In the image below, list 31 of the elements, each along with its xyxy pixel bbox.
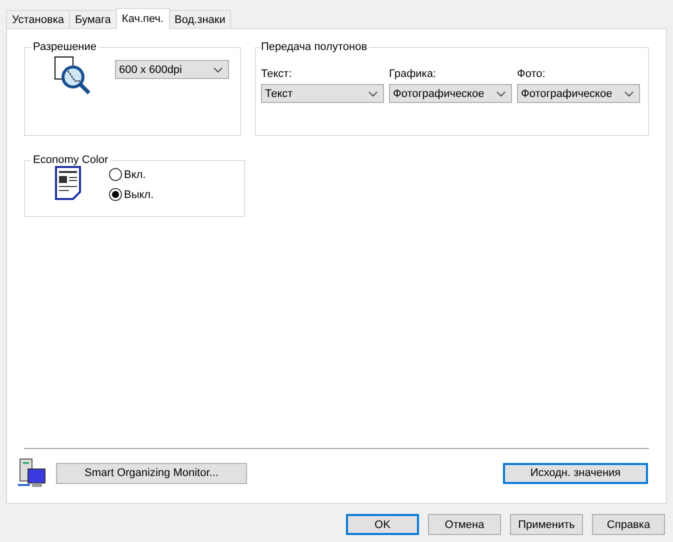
document-icon: [55, 166, 81, 200]
tab[interactable]: Вод.знаки: [168, 10, 232, 28]
radio-button[interactable]: [109, 188, 122, 201]
tab[interactable]: Установка: [6, 10, 70, 28]
radio-button[interactable]: [109, 168, 122, 181]
tab[interactable]: Бумага: [69, 10, 117, 28]
dialog-button[interactable]: Отмена: [428, 514, 501, 535]
dialog-button[interactable]: Справка: [592, 514, 665, 535]
defaults-button[interactable]: Исходн. значения: [503, 462, 648, 484]
dialog-button[interactable]: OK: [346, 514, 419, 535]
halftone-dropdown[interactable]: Фотографическое: [517, 84, 640, 103]
tab[interactable]: Кач.печ.: [116, 8, 170, 29]
chevron-icon: [368, 90, 378, 96]
chevron-icon: [624, 90, 634, 96]
magnifier-page-icon: [53, 55, 93, 95]
radio-option[interactable]: Вкл.: [109, 168, 154, 181]
field-label: Текст:: [261, 68, 293, 80]
group-title: Economy Color: [32, 154, 110, 166]
field-label: Фото:: [517, 68, 546, 80]
computer-icon: [18, 457, 48, 489]
chevron-icon: [496, 90, 506, 96]
group-title: Передача полутонов: [260, 41, 368, 53]
monitor-button[interactable]: Smart Organizing Monitor...: [56, 462, 247, 484]
halftone-dropdown[interactable]: Текст: [261, 84, 384, 103]
radio-option[interactable]: Выкл.: [109, 188, 154, 201]
resolution-dropdown[interactable]: 600 x 600dpi: [115, 60, 229, 79]
group-title: Разрешение: [32, 41, 98, 53]
dialog-button[interactable]: Применить: [510, 514, 583, 535]
chevron-icon: [213, 66, 223, 72]
halftone-dropdown[interactable]: Фотографическое: [389, 84, 512, 103]
field-label: Графика:: [389, 68, 437, 80]
